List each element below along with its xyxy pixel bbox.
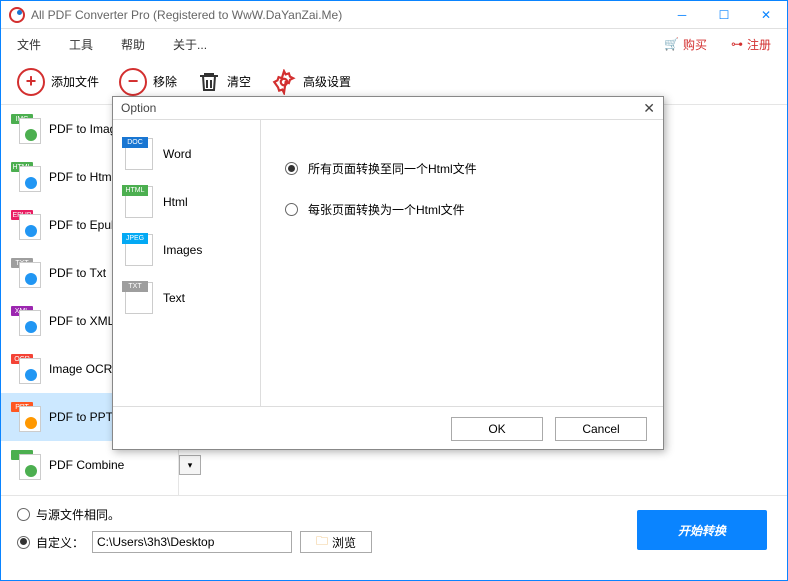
format-icon: IMG [11, 114, 41, 144]
menu-help[interactable]: 帮助 [121, 36, 145, 53]
format-icon: OCR [11, 354, 41, 384]
folder-icon: 🗀 [316, 532, 328, 553]
format-label: Word [163, 147, 191, 161]
cancel-button[interactable]: Cancel [555, 417, 647, 441]
format-icon: HTML [125, 186, 153, 218]
option-each-page-file[interactable]: 每张页面转换为一个Html文件 [285, 201, 639, 218]
remove-button[interactable]: − 移除 [119, 68, 177, 96]
trash-icon [197, 69, 221, 95]
output-panel: 与源文件相同。 自定义： 🗀 浏览 开始转换 [1, 495, 787, 580]
format-icon: TXT [11, 258, 41, 288]
dialog-footer: OK Cancel [113, 407, 663, 451]
option-dialog: Option ✕ DOC Word HTML Html JPEG Images … [112, 96, 664, 450]
option-all-pages-one-file[interactable]: 所有页面转换至同一个Html文件 [285, 160, 639, 177]
window-title: All PDF Converter Pro (Registered to WwW… [31, 8, 342, 22]
output-path-input[interactable] [92, 531, 292, 553]
register-link[interactable]: ⊶ 注册 [731, 36, 771, 53]
dialog-title: Option [121, 101, 156, 115]
format-item[interactable]: HTML Html [113, 178, 260, 226]
format-icon: TXT [125, 282, 153, 314]
gear-icon [271, 69, 297, 95]
menubar: 文件 工具 帮助 关于... 🛒 购买 ⊶ 注册 [1, 29, 787, 59]
radio-icon [17, 508, 30, 521]
menu-about[interactable]: 关于... [173, 36, 207, 53]
format-label: Text [163, 291, 185, 305]
format-icon: EPUB [11, 210, 41, 240]
format-icon: DOC [125, 138, 153, 170]
clear-button[interactable]: 清空 [197, 69, 251, 95]
browse-button[interactable]: 🗀 浏览 [300, 531, 372, 553]
sidebar-item-label: PDF to XML [49, 314, 114, 328]
format-icon: PPT [11, 402, 41, 432]
format-icon [11, 450, 41, 480]
format-item[interactable]: JPEG Images [113, 226, 260, 274]
format-item[interactable]: DOC Word [113, 130, 260, 178]
radio-icon [17, 536, 30, 549]
sidebar-item-label: PDF to Epub [49, 218, 118, 232]
cart-icon: 🛒 [664, 37, 679, 51]
plus-icon: + [17, 68, 45, 96]
ok-button[interactable]: OK [451, 417, 543, 441]
menu-tools[interactable]: 工具 [69, 36, 93, 53]
key-icon: ⊶ [731, 37, 743, 51]
dialog-format-list: DOC Word HTML Html JPEG Images TXT Text [113, 120, 261, 406]
app-icon [9, 7, 25, 23]
format-icon: JPEG [125, 234, 153, 266]
sidebar-item-label: PDF Combine [49, 458, 124, 472]
format-icon: XML [11, 306, 41, 336]
radio-icon [285, 162, 298, 175]
dialog-close-button[interactable]: ✕ [643, 100, 655, 117]
start-convert-button[interactable]: 开始转换 [637, 510, 767, 550]
close-button[interactable]: ✕ [753, 6, 779, 24]
titlebar: All PDF Converter Pro (Registered to WwW… [1, 1, 787, 29]
minimize-button[interactable]: ─ [669, 6, 695, 24]
sidebar-item-label: PDF to Txt [49, 266, 106, 280]
format-icon: HTML [11, 162, 41, 192]
sidebar-item-label: PDF to PPTX [49, 410, 121, 424]
buy-link[interactable]: 🛒 购买 [664, 36, 707, 53]
radio-icon [285, 203, 298, 216]
minus-icon: − [119, 68, 147, 96]
add-file-button[interactable]: + 添加文件 [17, 68, 99, 96]
sidebar-item-label: PDF to Html [49, 170, 114, 184]
format-label: Html [163, 195, 188, 209]
maximize-button[interactable]: ☐ [711, 6, 737, 24]
custom-path-option[interactable]: 自定义： [17, 534, 84, 551]
window-controls: ─ ☐ ✕ [669, 6, 779, 24]
dialog-titlebar: Option ✕ [113, 97, 663, 119]
format-label: Images [163, 243, 202, 257]
dialog-options-pane: 所有页面转换至同一个Html文件 每张页面转换为一个Html文件 [261, 120, 663, 406]
format-item[interactable]: TXT Text [113, 274, 260, 322]
sidebar-item-label: Image OCR [49, 362, 112, 376]
advanced-settings-button[interactable]: 高级设置 [271, 69, 351, 95]
menu-file[interactable]: 文件 [17, 36, 41, 53]
dropdown-stub[interactable]: ▾ [179, 455, 201, 475]
